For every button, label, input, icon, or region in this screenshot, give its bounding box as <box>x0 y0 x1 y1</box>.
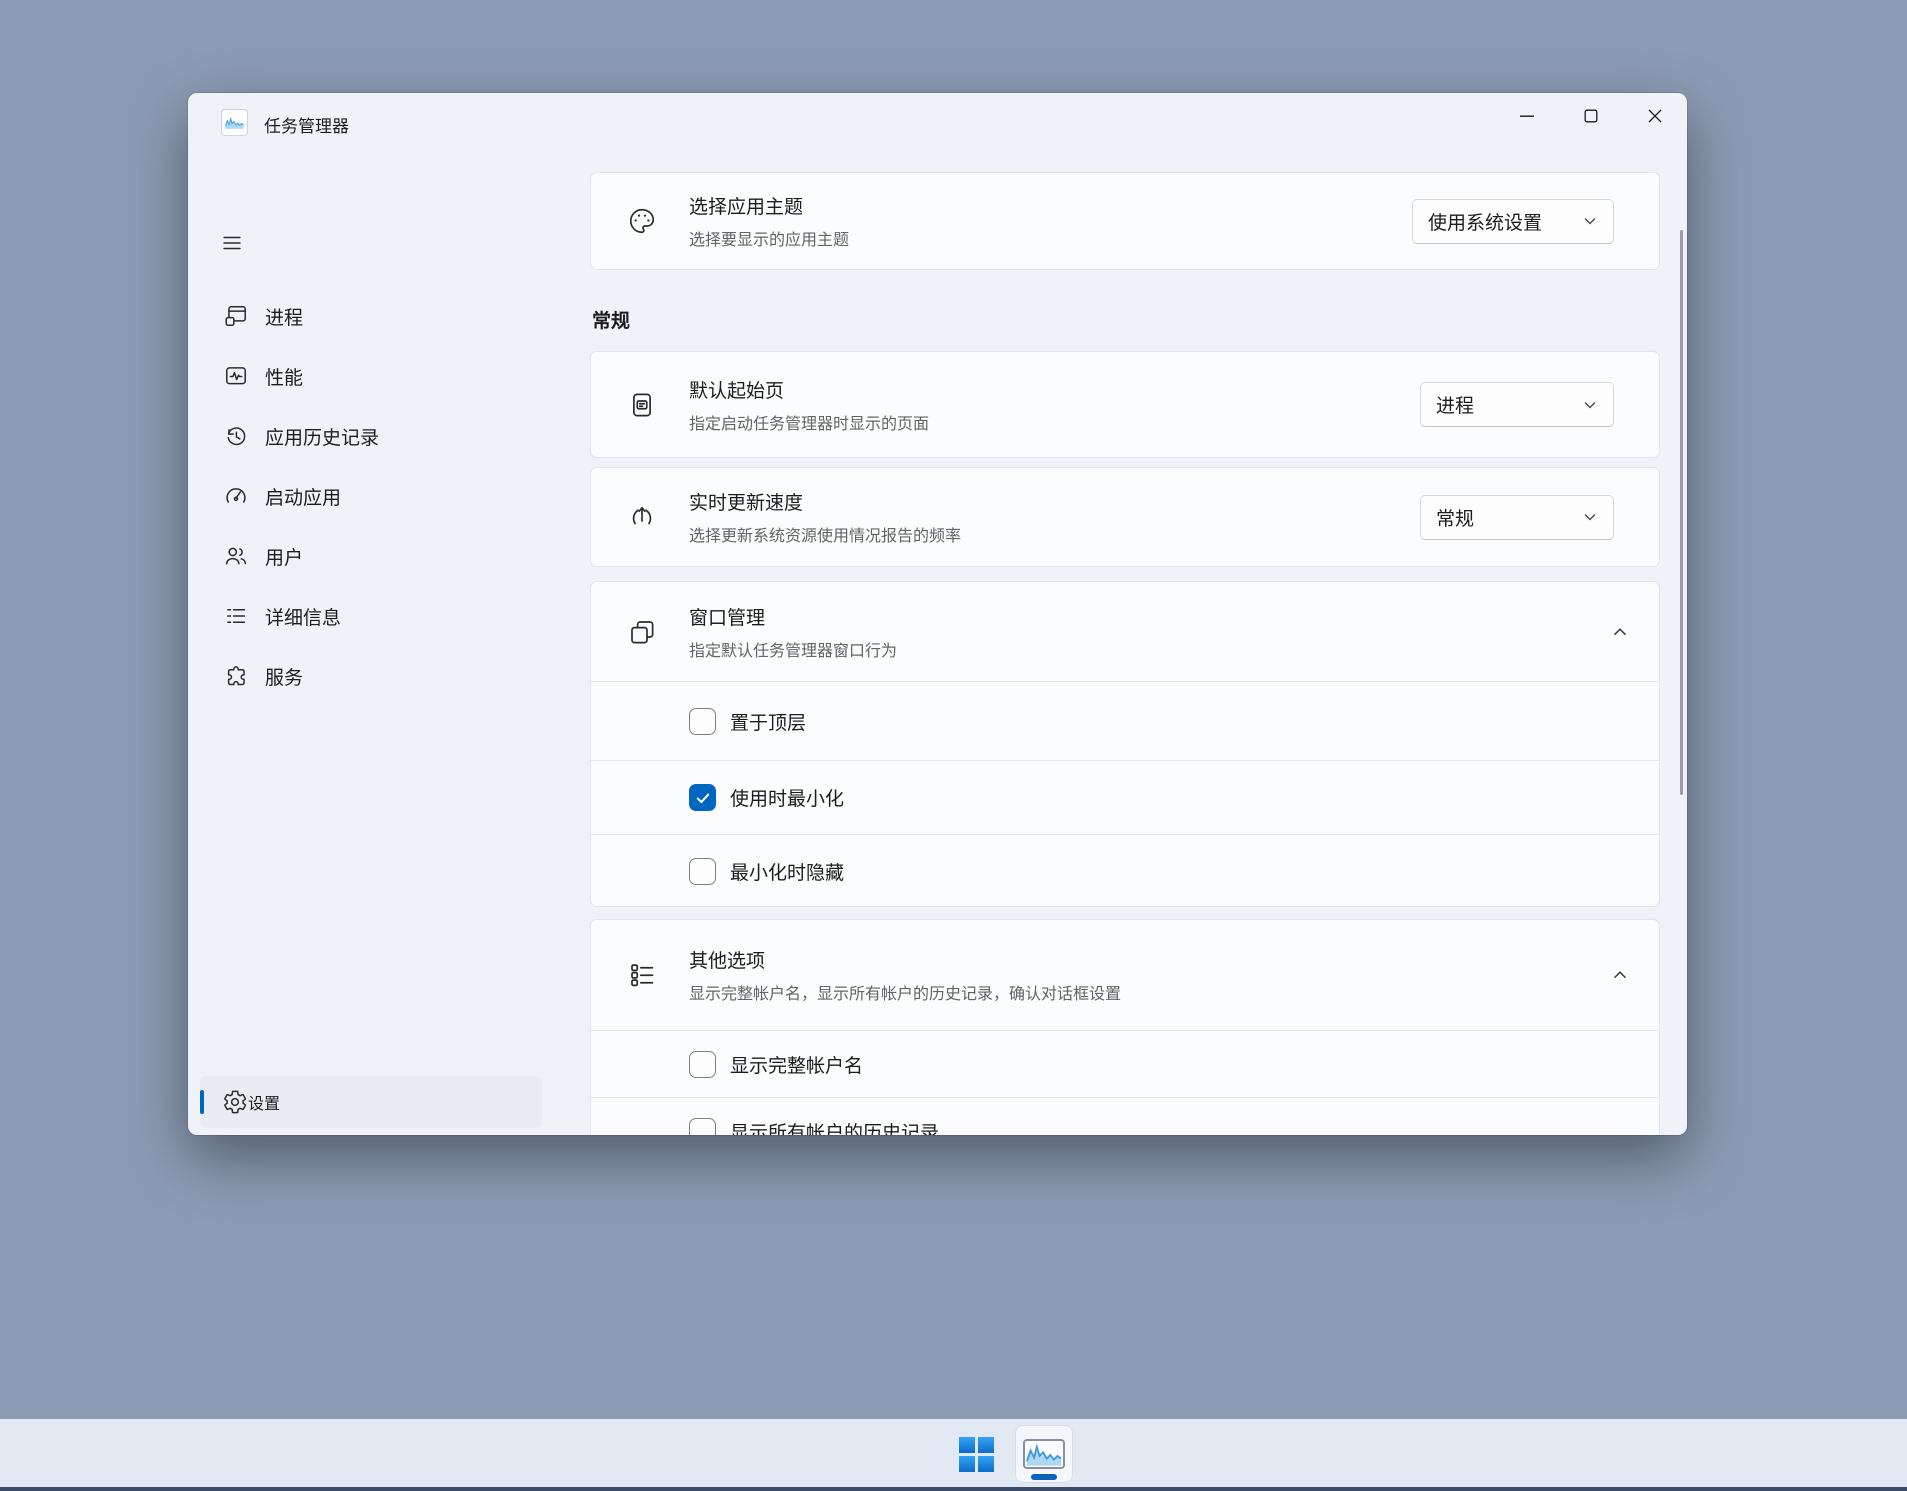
update-speed-value: 常规 <box>1436 504 1474 531</box>
other-options-title: 其他选项 <box>689 946 1121 973</box>
desktop: { "app": { "title": "任务管理器" }, "sidebar"… <box>0 0 1907 1491</box>
section-header-general: 常规 <box>592 306 630 333</box>
sidebar-item-app-history[interactable]: 应用历史记录 <box>200 411 542 461</box>
chevron-down-icon <box>1582 397 1598 413</box>
sidebar-item-label: 服务 <box>265 663 303 690</box>
taskbar-task-manager-button[interactable] <box>1016 1426 1072 1482</box>
option-row-always-on-top[interactable]: 置于顶层 <box>591 681 1659 760</box>
app-logo-chart-icon <box>221 109 248 136</box>
option-row-show-history-all-accounts[interactable]: 显示所有帐户的历史记录 <box>591 1097 1659 1135</box>
option-row-hide-when-minimized[interactable]: 最小化时隐藏 <box>591 834 1659 908</box>
task-manager-chart-icon <box>1023 1439 1065 1469</box>
theme-subtitle: 选择要显示的应用主题 <box>689 226 849 250</box>
sidebar-item-label: 用户 <box>265 543 303 570</box>
theme-dropdown[interactable]: 使用系统设置 <box>1412 199 1614 244</box>
start-page-subtitle: 指定启动任务管理器时显示的页面 <box>689 410 929 434</box>
app-history-icon <box>222 422 250 450</box>
sidebar-item-label: 进程 <box>265 303 303 330</box>
minimize-on-use-checkbox[interactable] <box>689 784 716 811</box>
services-icon <box>222 662 250 690</box>
task-manager-window: 任务管理器 <box>188 93 1687 1135</box>
settings-page: 选择应用主题 选择要显示的应用主题 使用系统设置 常规 默认起始页 <box>590 93 1660 1135</box>
sidebar-item-details[interactable]: 详细信息 <box>200 591 542 641</box>
start-page-title: 默认起始页 <box>689 376 929 403</box>
update-speed-title: 实时更新速度 <box>689 488 961 515</box>
sidebar-item-label: 应用历史记录 <box>265 423 379 450</box>
hamburger-icon <box>220 231 244 255</box>
sidebar-item-label: 启动应用 <box>265 483 341 510</box>
theme-title: 选择应用主题 <box>689 192 849 219</box>
other-options-header[interactable]: 其他选项 显示完整帐户名，显示所有帐户的历史记录，确认对话框设置 <box>591 920 1659 1030</box>
update-speed-card: 实时更新速度 选择更新系统资源使用情况报告的频率 常规 <box>590 467 1660 567</box>
theme-card: 选择应用主题 选择要显示的应用主题 使用系统设置 <box>590 172 1660 270</box>
checkbox-label: 置于顶层 <box>730 708 806 735</box>
startup-apps-icon <box>222 482 250 510</box>
window-management-title: 窗口管理 <box>689 603 897 630</box>
sidebar-item-label: 设置 <box>248 1090 280 1114</box>
theme-dropdown-value: 使用系统设置 <box>1428 208 1542 235</box>
default-start-page-dropdown[interactable]: 进程 <box>1420 382 1614 427</box>
speed-gauge-icon <box>627 502 657 532</box>
check-icon <box>694 789 712 807</box>
gear-icon <box>222 1089 248 1115</box>
window-management-icon <box>627 617 657 647</box>
details-icon <box>222 602 250 630</box>
active-app-indicator <box>1031 1474 1057 1480</box>
show-full-account-name-checkbox[interactable] <box>689 1051 716 1078</box>
performance-icon <box>222 362 250 390</box>
sidebar-item-label: 详细信息 <box>265 603 341 630</box>
vertical-scrollbar[interactable] <box>1680 230 1683 795</box>
option-row-show-full-account-name[interactable]: 显示完整帐户名 <box>591 1030 1659 1097</box>
window-management-subtitle: 指定默认任务管理器窗口行为 <box>689 637 897 661</box>
checkbox-label: 最小化时隐藏 <box>730 858 844 885</box>
start-page-icon <box>627 390 657 420</box>
chevron-down-icon <box>1582 509 1598 525</box>
windows-logo-icon <box>959 1437 994 1472</box>
window-title: 任务管理器 <box>264 112 349 137</box>
other-options-subtitle: 显示完整帐户名，显示所有帐户的历史记录，确认对话框设置 <box>689 980 1121 1004</box>
processes-icon <box>222 302 250 330</box>
chevron-down-icon <box>1582 213 1598 229</box>
options-list-icon <box>627 960 657 990</box>
checkbox-label: 使用时最小化 <box>730 784 844 811</box>
other-options-card: 其他选项 显示完整帐户名，显示所有帐户的历史记录，确认对话框设置 显示完整帐户名… <box>590 919 1660 1135</box>
option-row-minimize-on-use[interactable]: 使用时最小化 <box>591 760 1659 834</box>
checkbox-label: 显示所有帐户的历史记录 <box>730 1118 939 1136</box>
taskbar <box>0 1419 1907 1491</box>
chevron-up-icon[interactable] <box>1611 623 1629 641</box>
sidebar-item-performance[interactable]: 性能 <box>200 351 542 401</box>
window-management-card: 窗口管理 指定默认任务管理器窗口行为 置于顶层 使用时最小化 <box>590 581 1660 907</box>
default-start-page-value: 进程 <box>1436 391 1474 418</box>
always-on-top-checkbox[interactable] <box>689 708 716 735</box>
sidebar-item-settings-selected[interactable]: 设置 <box>200 1076 542 1128</box>
show-history-all-accounts-checkbox[interactable] <box>689 1118 716 1136</box>
hide-when-minimized-checkbox[interactable] <box>689 858 716 885</box>
checkbox-label: 显示完整帐户名 <box>730 1051 863 1078</box>
users-icon <box>222 542 250 570</box>
start-button[interactable] <box>948 1426 1004 1482</box>
sidebar-item-startup-apps[interactable]: 启动应用 <box>200 471 542 521</box>
sidebar-item-services[interactable]: 服务 <box>200 651 542 701</box>
sidebar-item-label: 性能 <box>265 363 303 390</box>
sidebar-item-users[interactable]: 用户 <box>200 531 542 581</box>
default-start-page-card: 默认起始页 指定启动任务管理器时显示的页面 进程 <box>590 351 1660 458</box>
window-management-header[interactable]: 窗口管理 指定默认任务管理器窗口行为 <box>591 582 1659 681</box>
sidebar-item-processes[interactable]: 进程 <box>200 291 542 341</box>
selection-indicator <box>200 1090 204 1114</box>
chevron-up-icon[interactable] <box>1611 966 1629 984</box>
update-speed-subtitle: 选择更新系统资源使用情况报告的频率 <box>689 522 961 546</box>
sidebar: 进程 性能 应用历史记 <box>188 151 554 1135</box>
navigation-menu-button[interactable] <box>210 223 254 263</box>
update-speed-dropdown[interactable]: 常规 <box>1420 495 1614 540</box>
sidebar-nav: 进程 性能 应用历史记 <box>200 291 542 701</box>
palette-icon <box>627 206 657 236</box>
